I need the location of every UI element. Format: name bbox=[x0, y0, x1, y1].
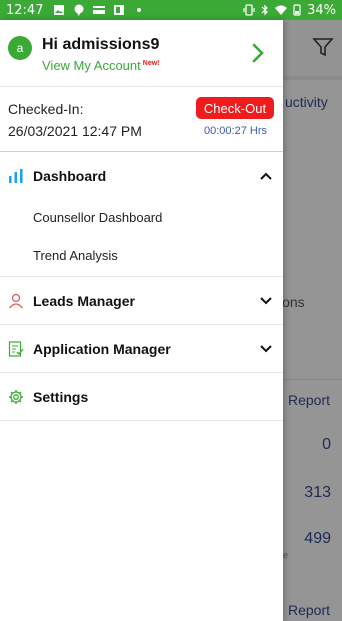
checklist-icon bbox=[8, 340, 24, 357]
gear-icon bbox=[9, 389, 23, 404]
menu-leads-manager[interactable]: Leads Manager bbox=[0, 277, 283, 325]
chevron-right-icon[interactable] bbox=[251, 42, 265, 64]
submenu-counsellor-dashboard-label: Counsellor Dashboard bbox=[33, 210, 163, 225]
background-card-2: Report 0 313 499 e bbox=[283, 380, 342, 602]
background-value-2: 313 bbox=[304, 484, 331, 501]
background-page: uctivity ions Report 0 313 499 e Report bbox=[283, 20, 342, 621]
checkin-section: Checked-In: 26/03/2021 12:47 PM Check-Ou… bbox=[0, 87, 283, 152]
chevron-down-icon[interactable] bbox=[260, 344, 272, 353]
background-text-productivity: uctivity bbox=[285, 94, 328, 110]
background-small-text: e bbox=[283, 550, 289, 560]
avatar: a bbox=[8, 36, 32, 60]
menu-settings-label: Settings bbox=[33, 388, 89, 405]
new-badge: New! bbox=[142, 59, 160, 67]
view-account-label: View My Account bbox=[42, 58, 141, 73]
vibrate-icon bbox=[243, 4, 255, 16]
view-account-link[interactable]: View My Account New! bbox=[42, 58, 160, 73]
background-value-1: 0 bbox=[322, 436, 331, 453]
submenu-trend-analysis[interactable]: Trend Analysis bbox=[0, 238, 283, 276]
checkin-label: Checked-In: bbox=[8, 101, 84, 117]
checkout-button[interactable]: Check-Out bbox=[196, 97, 274, 119]
background-header bbox=[283, 20, 342, 76]
card-icon bbox=[93, 6, 106, 14]
submenu-counsellor-dashboard[interactable]: Counsellor Dashboard bbox=[0, 200, 283, 238]
menu-application-manager[interactable]: Application Manager bbox=[0, 325, 283, 373]
menu-settings[interactable]: Settings bbox=[0, 373, 283, 421]
background-report-2: Report bbox=[288, 602, 331, 618]
image-icon bbox=[54, 5, 65, 15]
checkin-datetime: 26/03/2021 12:47 PM bbox=[8, 123, 142, 139]
battery-level: 34% bbox=[307, 2, 336, 18]
dot-icon bbox=[137, 8, 142, 12]
status-bar: 12:47 34% bbox=[0, 0, 342, 20]
background-card-1: uctivity ions bbox=[283, 80, 342, 380]
menu-dashboard-label: Dashboard bbox=[33, 168, 107, 184]
profile-header[interactable]: a Hi admissions9 View My Account New! bbox=[0, 20, 283, 87]
status-time: 12:47 bbox=[6, 2, 44, 18]
chevron-down-icon[interactable] bbox=[260, 296, 272, 305]
battery-icon bbox=[293, 4, 301, 16]
menu-dashboard[interactable]: Dashboard bbox=[0, 152, 283, 200]
chevron-up-icon[interactable] bbox=[260, 172, 272, 180]
greeting-text: Hi admissions9 bbox=[42, 36, 160, 53]
bluetooth-icon bbox=[261, 4, 268, 16]
person-icon bbox=[8, 293, 24, 308]
filter-icon[interactable] bbox=[312, 36, 334, 58]
bar-chart-icon bbox=[9, 169, 23, 183]
dashboard-submenu: Counsellor Dashboard Trend Analysis bbox=[0, 200, 283, 277]
chat-icon bbox=[74, 4, 84, 16]
menu-application-manager-label: Application Manager bbox=[33, 340, 171, 357]
photo-icon bbox=[114, 5, 125, 15]
navigation-drawer: a Hi admissions9 View My Account New! Che… bbox=[0, 20, 283, 621]
background-card-3: Report bbox=[283, 595, 342, 621]
menu-leads-manager-label: Leads Manager bbox=[33, 292, 135, 309]
wifi-icon bbox=[275, 5, 288, 15]
background-text-ions: ions bbox=[283, 294, 305, 310]
background-value-3: 499 bbox=[304, 530, 331, 547]
background-report-1: Report bbox=[288, 392, 331, 408]
submenu-trend-analysis-label: Trend Analysis bbox=[33, 248, 118, 263]
checkin-duration: 00:00:27 Hrs bbox=[204, 125, 267, 137]
